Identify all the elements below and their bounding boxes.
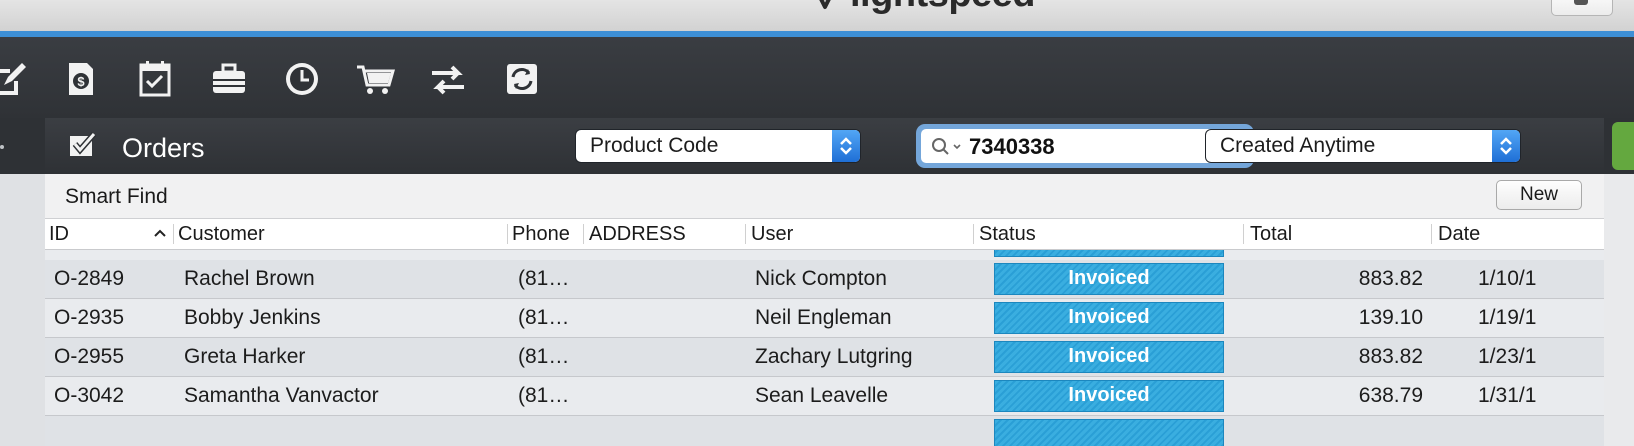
table-row[interactable]: O-2955 Greta Harker (81… Zachary Lutgrin… <box>45 338 1604 377</box>
column-header-status[interactable]: Status <box>979 219 1036 249</box>
right-panel-edge <box>1604 118 1634 174</box>
cell-customer: Samantha Vanvactor <box>184 384 379 407</box>
checklist-icon[interactable] <box>133 58 177 100</box>
cell-phone: (81… <box>518 267 570 290</box>
column-divider[interactable] <box>1431 224 1432 244</box>
search-field-select[interactable]: Product Code <box>576 130 860 162</box>
status-badge: Invoiced <box>994 380 1224 412</box>
column-header-total[interactable]: Total <box>1250 219 1292 249</box>
sidebar-dot <box>0 145 4 149</box>
column-divider[interactable] <box>173 224 174 244</box>
cell-user: Sean Leavelle <box>755 384 889 407</box>
column-header-date[interactable]: Date <box>1438 219 1480 249</box>
cell-id: O-2849 <box>54 267 125 290</box>
svg-text:$: $ <box>77 74 85 89</box>
search-input[interactable]: 7340338 <box>921 129 1250 163</box>
page-title: Orders <box>122 133 205 163</box>
status-badge <box>994 419 1224 446</box>
select-arrows-icon <box>832 130 860 162</box>
invoice-icon[interactable]: $ <box>59 58 103 100</box>
cell-date: 1/23/1 <box>1478 345 1537 368</box>
table-row[interactable]: O-3042 Samantha Vanvactor (81… Sean Leav… <box>45 377 1604 416</box>
cell-user: Zachary Lutgring <box>755 345 913 368</box>
status-badge: Invoiced <box>994 341 1224 373</box>
orders-table-body[interactable]: O-2849 Rachel Brown (81… Nick Compton In… <box>45 250 1604 446</box>
account-button[interactable] <box>1551 0 1613 16</box>
left-sidebar-header <box>0 118 45 174</box>
clock-icon[interactable] <box>280 58 324 100</box>
smart-find-label[interactable]: Smart Find <box>65 185 168 209</box>
left-sidebar-edge <box>0 118 45 446</box>
cell-id: O-2955 <box>54 345 125 368</box>
cell-customer: Bobby Jenkins <box>184 306 321 329</box>
cell-total: 883.82 <box>1358 345 1423 368</box>
logo-text: lightspeed <box>850 0 1036 16</box>
search-field-select-value: Product Code <box>590 134 719 157</box>
column-header-id[interactable]: ID <box>49 219 69 249</box>
transfer-icon[interactable] <box>426 58 470 100</box>
edit-icon[interactable] <box>0 58 30 100</box>
table-row[interactable]: O-2935 Bobby Jenkins (81… Neil Engleman … <box>45 299 1604 338</box>
select-arrows-icon <box>1492 130 1520 162</box>
cell-customer: Rachel Brown <box>184 267 315 290</box>
cell-phone: (81… <box>518 345 570 368</box>
sort-ascending-icon <box>154 229 166 237</box>
status-badge: Invoiced <box>994 263 1224 295</box>
new-order-button[interactable]: New <box>1496 180 1582 210</box>
cell-date: 1/19/1 <box>1478 306 1537 329</box>
date-filter-select-value: Created Anytime <box>1220 134 1376 157</box>
cell-customer: Greta Harker <box>184 345 306 368</box>
cell-user: Nick Compton <box>755 267 887 290</box>
table-row-partial[interactable] <box>45 416 1604 446</box>
column-divider[interactable] <box>1243 224 1244 244</box>
cell-id: O-3042 <box>54 384 125 407</box>
column-header-address[interactable]: ADDRESS <box>589 219 686 249</box>
status-badge <box>994 250 1224 257</box>
column-divider[interactable] <box>745 224 746 244</box>
cart-icon[interactable] <box>353 58 397 100</box>
title-bar: lightspeed <box>0 0 1634 31</box>
search-icon <box>932 138 961 155</box>
column-header-phone[interactable]: Phone <box>512 219 570 249</box>
orders-checkbox-icon <box>70 132 97 156</box>
cell-phone: (81… <box>518 384 570 407</box>
app-logo: lightspeed <box>808 0 1036 16</box>
column-divider[interactable] <box>973 224 974 244</box>
sync-icon[interactable] <box>500 58 544 100</box>
user-icon <box>1574 0 1588 5</box>
column-header-user[interactable]: User <box>751 219 793 249</box>
cell-user: Neil Engleman <box>755 306 892 329</box>
main-toolbar: $ <box>0 37 1634 118</box>
right-panel-tab[interactable] <box>1612 122 1634 170</box>
cell-date: 1/10/1 <box>1478 267 1537 290</box>
lightspeed-logo-icon <box>819 0 831 9</box>
orders-header: Orders Product Code 7340338 Created Anyt… <box>45 118 1604 174</box>
table-row[interactable]: O-2849 Rachel Brown (81… Nick Compton In… <box>45 260 1604 299</box>
column-divider[interactable] <box>507 224 508 244</box>
table-header: ID Customer Phone ADDRESS User Status To… <box>45 219 1604 250</box>
date-filter-select[interactable]: Created Anytime <box>1206 130 1520 162</box>
cell-total: 139.10 <box>1358 306 1423 329</box>
briefcase-icon[interactable] <box>207 58 251 100</box>
cell-phone: (81… <box>518 306 570 329</box>
column-header-customer[interactable]: Customer <box>178 219 265 249</box>
smart-find-bar: Smart Find New <box>45 174 1604 219</box>
column-divider[interactable] <box>583 224 584 244</box>
cell-total: 638.79 <box>1358 384 1423 407</box>
cell-id: O-2935 <box>54 306 125 329</box>
cell-date: 1/31/1 <box>1478 384 1537 407</box>
search-box[interactable]: 7340338 <box>916 124 1254 168</box>
search-input-value: 7340338 <box>969 134 1055 159</box>
cell-total: 883.82 <box>1358 267 1423 290</box>
status-badge: Invoiced <box>994 302 1224 334</box>
